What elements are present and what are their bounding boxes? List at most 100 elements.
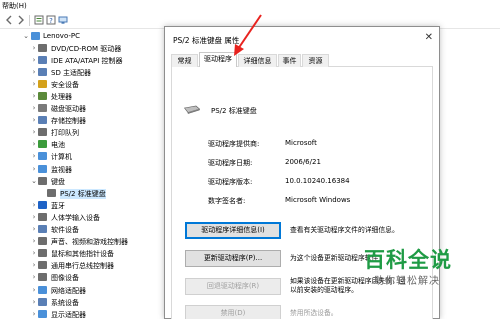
tree-item[interactable]: › 监视器 bbox=[0, 164, 166, 175]
tree-item[interactable]: PS/2 标准键盘 bbox=[0, 188, 166, 199]
signer-label: 数字签名者: bbox=[208, 197, 246, 205]
sound-icon bbox=[38, 237, 47, 246]
driver-details-button[interactable]: 驱动程序详细信息(I) bbox=[185, 222, 281, 239]
tree-item[interactable]: › 系统设备 bbox=[0, 297, 166, 308]
tree-item-label: 声音、视频和游戏控制器 bbox=[51, 238, 128, 247]
disable-device-button[interactable]: 禁用(D) bbox=[185, 305, 281, 319]
chevron-right-icon[interactable]: › bbox=[31, 140, 37, 148]
tree-item[interactable]: › 图像设备 bbox=[0, 272, 166, 283]
tree-item[interactable]: › 鼠标和其他指针设备 bbox=[0, 248, 166, 259]
chevron-right-icon[interactable]: › bbox=[31, 165, 37, 173]
tree-item[interactable]: › IDE ATA/ATAPI 控制器 bbox=[0, 55, 166, 66]
chevron-right-icon[interactable]: › bbox=[31, 128, 37, 136]
tree-item[interactable]: › 处理器 bbox=[0, 91, 166, 102]
tree-item[interactable]: ⌄ 键盘 bbox=[0, 176, 166, 187]
tree-item[interactable]: › 计算机 bbox=[0, 151, 166, 162]
storage-icon bbox=[38, 116, 47, 125]
tree-item[interactable]: › 安全设备 bbox=[0, 79, 166, 90]
chevron-right-icon[interactable]: › bbox=[31, 104, 37, 112]
monitor-icon bbox=[38, 164, 47, 173]
tree-item[interactable]: › DVD/CD-ROM 驱动器 bbox=[0, 43, 166, 54]
tree-item[interactable]: › 显示适配器 bbox=[0, 309, 166, 319]
chevron-right-icon[interactable]: › bbox=[31, 273, 37, 281]
chevron-right-icon[interactable]: › bbox=[31, 152, 37, 160]
chevron-down-icon[interactable]: ⌄ bbox=[31, 177, 37, 185]
tree-item[interactable]: › 声音、视频和游戏控制器 bbox=[0, 236, 166, 247]
menu-help[interactable]: 帮助(H) bbox=[2, 1, 27, 11]
chevron-down-icon[interactable]: ⌄ bbox=[23, 32, 29, 40]
chevron-right-icon[interactable]: › bbox=[31, 80, 37, 88]
tab-events[interactable]: 事件 bbox=[278, 54, 301, 67]
watermark-title: 百科全说 bbox=[364, 248, 452, 272]
tree-item-label: 存储控制器 bbox=[51, 117, 86, 126]
back-icon[interactable] bbox=[4, 15, 14, 25]
close-icon[interactable]: ✕ bbox=[425, 32, 433, 43]
device-name: PS/2 标准键盘 bbox=[211, 107, 257, 115]
signer-value: Microsoft Windows bbox=[285, 196, 351, 204]
computer-icon bbox=[31, 32, 40, 40]
tree-item[interactable]: › 通用串行总线控制器 bbox=[0, 260, 166, 271]
chevron-right-icon[interactable]: › bbox=[31, 261, 37, 269]
chevron-right-icon[interactable]: › bbox=[31, 298, 37, 306]
processor-icon bbox=[38, 91, 47, 100]
tree-item[interactable]: › 蓝牙 bbox=[0, 200, 166, 211]
controller-icon bbox=[38, 55, 47, 64]
monitor-icon[interactable] bbox=[58, 15, 68, 25]
keyboard-icon bbox=[38, 176, 47, 185]
tree-item[interactable]: › SD 主适配器 bbox=[0, 67, 166, 78]
tree-item[interactable]: › 存储控制器 bbox=[0, 115, 166, 126]
tree-item[interactable]: › 电池 bbox=[0, 139, 166, 150]
tree-item[interactable]: › 人体学输入设备 bbox=[0, 212, 166, 223]
help-icon[interactable]: ? bbox=[46, 15, 56, 25]
chevron-right-icon[interactable]: › bbox=[31, 286, 37, 294]
tree-item[interactable]: › 软件设备 bbox=[0, 224, 166, 235]
tree-item[interactable]: › 磁盘驱动器 bbox=[0, 103, 166, 114]
hid-icon bbox=[38, 212, 47, 221]
forward-icon[interactable] bbox=[16, 15, 26, 25]
svg-text:?: ? bbox=[49, 17, 53, 25]
provider-value: Microsoft bbox=[285, 139, 317, 147]
tree-item-label: PS/2 标准键盘 bbox=[60, 188, 106, 199]
tree-root[interactable]: ⌄ Lenovo-PC bbox=[0, 31, 166, 42]
version-label: 驱动程序版本: bbox=[208, 178, 253, 186]
tree-item-label: 安全设备 bbox=[51, 80, 79, 89]
chevron-right-icon[interactable]: › bbox=[31, 116, 37, 124]
chevron-right-icon[interactable]: › bbox=[31, 249, 37, 257]
tree-item-label: SD 主适配器 bbox=[51, 68, 92, 77]
bluetooth-icon bbox=[38, 200, 47, 209]
tab-driver[interactable]: 驱动程序 bbox=[199, 52, 237, 68]
date-label: 驱动程序日期: bbox=[208, 159, 253, 167]
keyboard-icon bbox=[184, 105, 200, 114]
rollback-driver-button[interactable]: 回退驱动程序(R) bbox=[185, 278, 281, 295]
device-tree: ⌄ Lenovo-PC › DVD/CD-ROM 驱动器 › IDE ATA/ATAP… bbox=[0, 29, 166, 319]
update-driver-button[interactable]: 更新驱动程序(P)... bbox=[185, 250, 281, 267]
usb-icon bbox=[38, 261, 47, 270]
chevron-right-icon[interactable]: › bbox=[31, 68, 37, 76]
system-device-icon bbox=[38, 297, 47, 306]
chevron-right-icon[interactable]: › bbox=[31, 44, 37, 52]
chevron-right-icon[interactable]: › bbox=[31, 213, 37, 221]
date-value: 2006/6/21 bbox=[285, 158, 321, 166]
software-device-icon bbox=[38, 225, 47, 233]
tree-item-label: 软件设备 bbox=[51, 226, 79, 234]
tree-item-label: 键盘 bbox=[51, 177, 65, 186]
display-adapter-icon bbox=[38, 309, 47, 318]
properties-icon[interactable] bbox=[34, 15, 44, 25]
tree-item[interactable]: › 打印队列 bbox=[0, 127, 166, 138]
tab-details[interactable]: 详细信息 bbox=[238, 54, 277, 67]
tree-item[interactable]: › 网络适配器 bbox=[0, 285, 166, 296]
tree-item-label: 打印队列 bbox=[51, 129, 79, 138]
tree-item-label: 人体学输入设备 bbox=[51, 213, 100, 222]
chevron-right-icon[interactable]: › bbox=[31, 201, 37, 209]
tab-general[interactable]: 常规 bbox=[171, 54, 198, 67]
chevron-right-icon[interactable]: › bbox=[31, 225, 37, 233]
driver-details-desc: 查看有关驱动程序文件的详细信息。 bbox=[290, 226, 399, 234]
computer-icon bbox=[38, 152, 47, 161]
chevron-right-icon[interactable]: › bbox=[31, 56, 37, 64]
chevron-right-icon[interactable]: › bbox=[31, 310, 37, 318]
chevron-right-icon[interactable]: › bbox=[31, 92, 37, 100]
tab-resources[interactable]: 资源 bbox=[302, 54, 329, 67]
chevron-right-icon[interactable]: › bbox=[31, 237, 37, 245]
sd-card-icon bbox=[38, 67, 47, 76]
toolbar-divider bbox=[29, 15, 30, 26]
